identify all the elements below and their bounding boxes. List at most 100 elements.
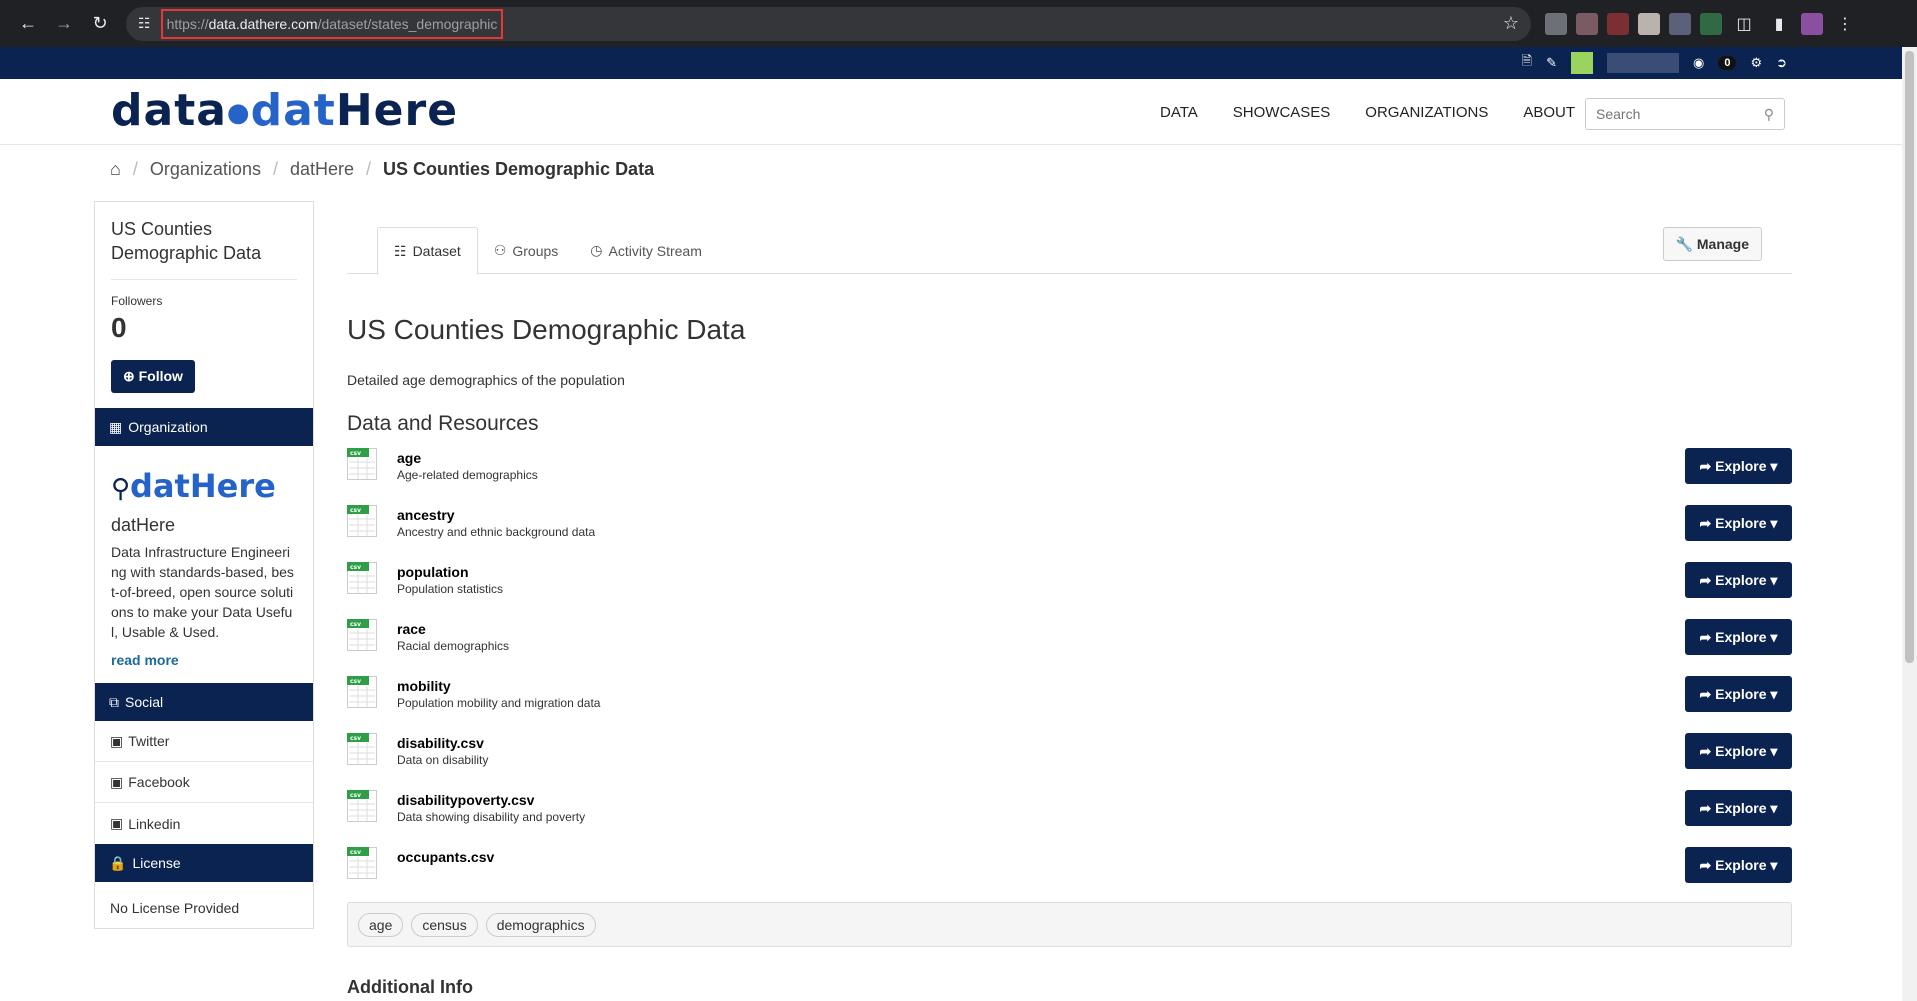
site-info-icon[interactable]: ☷ xyxy=(138,15,151,32)
explore-label: Explore xyxy=(1715,628,1767,645)
extension-icon[interactable] xyxy=(1700,12,1722,35)
tab-activity-stream[interactable]: ◷ Activity Stream xyxy=(574,227,718,274)
notification-count[interactable]: 0 xyxy=(1718,56,1737,70)
explore-button[interactable]: ➦ Explore ▾ xyxy=(1685,676,1792,712)
breadcrumb: ⌂ / Organizations / datHere / US Countie… xyxy=(110,159,654,180)
nav-showcases[interactable]: SHOWCASES xyxy=(1233,104,1331,121)
reload-icon[interactable]: ↻ xyxy=(82,6,118,42)
user-avatar[interactable] xyxy=(1570,52,1593,74)
resource-name[interactable]: disability.csv xyxy=(397,735,484,751)
profile-avatar[interactable] xyxy=(1801,12,1823,35)
forward-icon[interactable]: → xyxy=(46,6,82,42)
explore-button[interactable]: ➦ Explore ▾ xyxy=(1685,619,1792,655)
sidepanel-icon[interactable]: ▮ xyxy=(1766,14,1792,34)
resource-name[interactable]: ancestry xyxy=(397,507,455,523)
extension-icon[interactable] xyxy=(1669,12,1691,35)
plus-circle-icon: ⊕ xyxy=(123,368,135,384)
puzzle-icon[interactable]: ◫ xyxy=(1731,14,1757,34)
dataset-title: US Counties Demographic Data xyxy=(347,314,746,345)
resource-item[interactable]: csv ancestry Ancestry and ethnic backgroun… xyxy=(347,503,1792,560)
menu-kebab-icon[interactable]: ⋮ xyxy=(1832,14,1858,34)
tag-item[interactable]: census xyxy=(411,912,478,937)
resource-item[interactable]: csv race Racial demographics ➦ Explore ▾ xyxy=(347,617,1792,674)
resource-name[interactable]: population xyxy=(397,564,469,580)
explore-button[interactable]: ➦ Explore ▾ xyxy=(1685,505,1792,541)
explore-label: Explore xyxy=(1715,685,1767,702)
resource-description: Population statistics xyxy=(397,582,504,596)
resource-list: csv age Age-related demographics ➦ Explore … xyxy=(347,446,1792,902)
social-linkedin[interactable]: ▣ Linkedin xyxy=(95,803,313,844)
back-icon[interactable]: ← xyxy=(10,6,46,42)
explore-label: Explore xyxy=(1715,514,1767,531)
tag-item[interactable]: demographics xyxy=(485,912,596,937)
search-input[interactable] xyxy=(1596,106,1746,122)
explore-button[interactable]: ➦ Explore ▾ xyxy=(1685,448,1792,484)
breadcrumb-organizations[interactable]: Organizations xyxy=(150,159,261,180)
resource-item[interactable]: csv age Age-related demographics ➦ Explore … xyxy=(347,446,1792,503)
manage-button[interactable]: 🔧 Manage xyxy=(1662,227,1762,261)
read-more-link[interactable]: read more xyxy=(111,652,297,668)
clock-icon: ◷ xyxy=(590,242,603,258)
pencil-icon[interactable]: ✎ xyxy=(1546,55,1557,71)
followers-label: Followers xyxy=(111,294,163,308)
resource-name[interactable]: occupants.csv xyxy=(397,849,494,865)
explore-button[interactable]: ➦ Explore ▾ xyxy=(1685,733,1792,769)
address-bar[interactable]: ☷ https://data.dathere.com/dataset/state… xyxy=(126,6,1531,41)
resource-item[interactable]: csv population Population statistics ➦ Expl… xyxy=(347,560,1792,617)
resource-item[interactable]: csv mobility Population mobility and migra… xyxy=(347,674,1792,731)
extension-icon[interactable] xyxy=(1545,12,1567,35)
account-bar: 🗎 ✎ ◉ 0 ⚙ ➲ xyxy=(0,47,1917,79)
breadcrumb-current[interactable]: US Counties Demographic Data xyxy=(383,159,654,180)
tab-dataset[interactable]: ☷ Dataset xyxy=(377,227,478,275)
explore-button[interactable]: ➦ Explore ▾ xyxy=(1685,790,1792,826)
license-text: No License Provided xyxy=(110,900,240,916)
sitemap-icon: ☷ xyxy=(394,242,407,259)
url-text[interactable]: https://data.dathere.com/dataset/states_… xyxy=(160,8,504,39)
csv-file-icon: csv xyxy=(347,619,377,651)
home-icon[interactable]: ⌂ xyxy=(110,159,121,180)
social-facebook[interactable]: ▣ Facebook xyxy=(95,762,313,803)
social-heading: ⧉ Social xyxy=(95,683,313,721)
resource-name[interactable]: mobility xyxy=(397,678,451,694)
resource-name[interactable]: race xyxy=(397,621,426,637)
nav-data[interactable]: DATA xyxy=(1160,104,1198,121)
social-twitter[interactable]: ▣ Twitter xyxy=(95,721,313,762)
explore-button[interactable]: ➦ Explore ▾ xyxy=(1685,847,1792,883)
tag-item[interactable]: age xyxy=(358,912,404,937)
resource-item[interactable]: csv occupants.csv ➦ Explore ▾ xyxy=(347,845,1792,902)
gear-icon[interactable]: ⚙ xyxy=(1750,55,1762,71)
resource-item[interactable]: csv disabilitypoverty.csv Data showing dis… xyxy=(347,788,1792,845)
bookmark-star-icon[interactable]: ☆ xyxy=(1503,13,1519,34)
username[interactable] xyxy=(1606,53,1679,73)
nav-about[interactable]: ABOUT xyxy=(1523,104,1575,121)
extension-icon[interactable] xyxy=(1607,12,1629,35)
search-icon[interactable]: ⚲ xyxy=(1764,106,1774,123)
explore-button[interactable]: ➦ Explore ▾ xyxy=(1685,562,1792,598)
org-logo[interactable]: ⚲datHere xyxy=(111,467,297,505)
site-logo[interactable]: data●datHere xyxy=(111,85,458,136)
nav-organizations[interactable]: ORGANIZATIONS xyxy=(1365,104,1488,121)
extension-icon[interactable] xyxy=(1638,12,1660,35)
extension-icon[interactable] xyxy=(1576,12,1598,35)
dashboard-icon[interactable]: ◉ xyxy=(1693,55,1704,71)
sidebar-dataset-title: US Counties Demographic Data xyxy=(111,217,297,280)
page-scrollbar[interactable] xyxy=(1902,47,1917,1001)
svg-text:csv: csv xyxy=(350,621,361,628)
resource-name[interactable]: disabilitypoverty.csv xyxy=(397,792,534,808)
tab-groups[interactable]: ⚇ Groups xyxy=(478,227,574,274)
caret-down-icon: ▾ xyxy=(1770,571,1778,588)
follow-button[interactable]: ⊕ Follow xyxy=(111,360,195,393)
main-nav: DATA SHOWCASES ORGANIZATIONS ABOUT xyxy=(1160,79,1575,145)
share-arrow-icon: ➦ xyxy=(1699,571,1712,588)
csv-file-icon: csv xyxy=(347,676,377,708)
resource-item[interactable]: csv disability.csv Data on disability ➦ Exp… xyxy=(347,731,1792,788)
tag-list: age census demographics xyxy=(347,902,1792,947)
resource-description: Data on disability xyxy=(397,753,489,767)
resource-name[interactable]: age xyxy=(397,450,421,466)
file-icon[interactable]: 🗎 xyxy=(1522,52,1532,74)
logout-icon[interactable]: ➲ xyxy=(1776,55,1787,71)
scrollbar-thumb[interactable] xyxy=(1905,51,1914,663)
csv-file-icon: csv xyxy=(347,448,377,480)
share-arrow-icon: ➦ xyxy=(1699,856,1712,873)
breadcrumb-org[interactable]: datHere xyxy=(290,159,354,180)
